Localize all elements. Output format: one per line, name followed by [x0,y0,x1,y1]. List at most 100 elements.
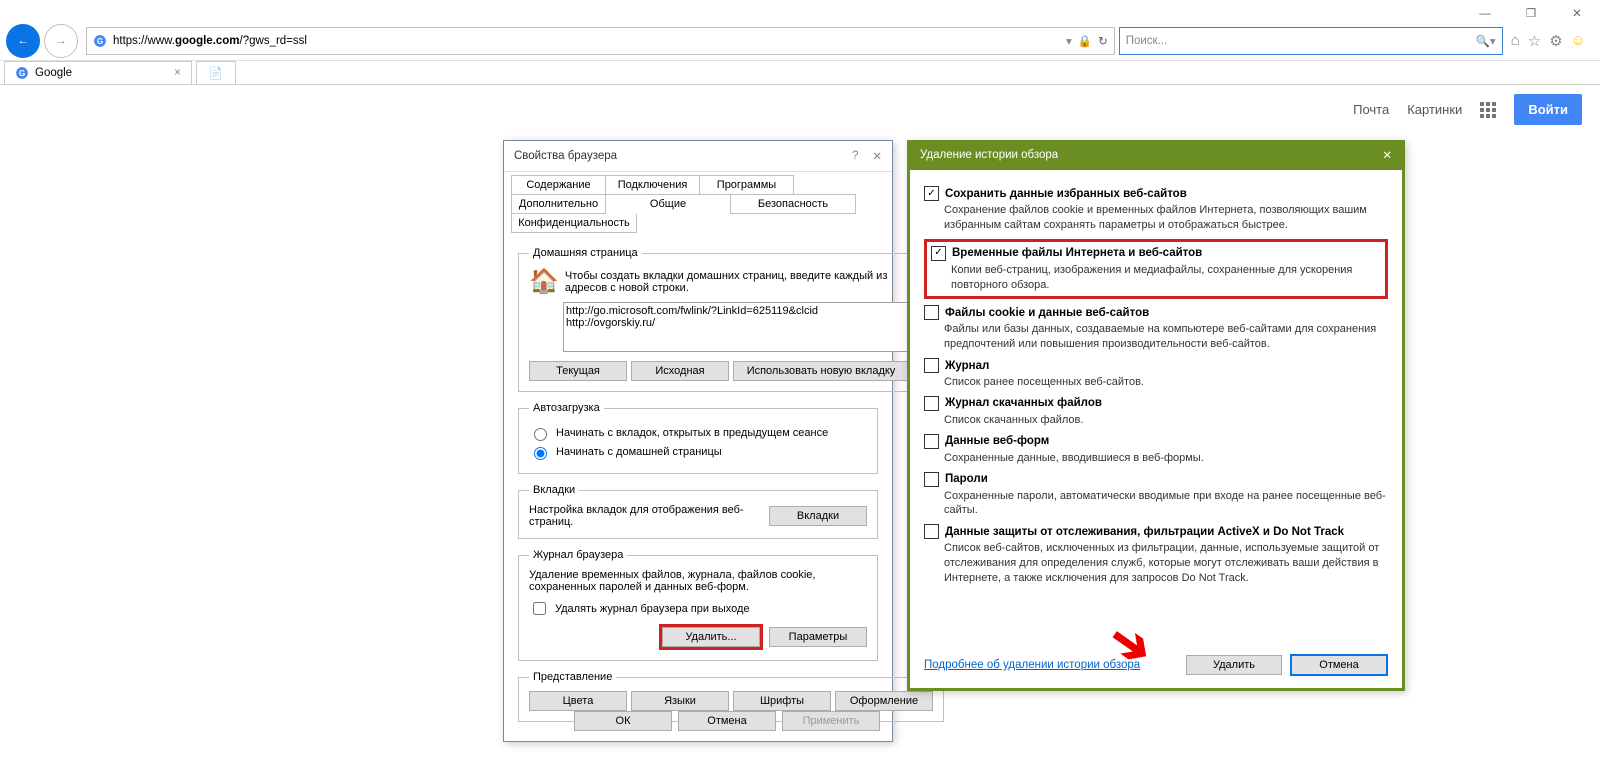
learn-more-link[interactable]: Подробнее об удалении истории обзора [924,659,1140,671]
gear-icon[interactable]: ⚙ [1549,32,1562,50]
tab-general[interactable]: Общие [605,194,731,214]
option-title: Данные веб-форм [945,435,1049,447]
ok-button[interactable]: ОК [574,711,672,731]
google-images-link[interactable]: Картинки [1407,102,1462,117]
home-icon: 🏠 [529,267,559,296]
startup-last-session-radio[interactable]: Начинать с вкладок, открытых в предыдуще… [529,425,867,441]
nav-forward-button[interactable]: → [44,24,78,58]
favorites-icon[interactable]: ☆ [1528,32,1541,50]
tab-connections[interactable]: Подключения [605,175,700,195]
delete-option-7: Данные защиты от отслеживания, фильтраци… [924,524,1388,586]
languages-button[interactable]: Языки [631,691,729,711]
homepage-legend: Домашняя страница [529,247,642,259]
homepage-hint: Чтобы создать вкладки домашних страниц, … [565,270,909,294]
delete-option-5: Данные веб-формСохраненные данные, вводи… [924,434,1388,466]
google-favicon-icon: G [15,66,29,80]
homepage-group: Домашняя страница 🏠 Чтобы создать вкладк… [518,247,920,392]
option-description: Файлы или базы данных, создаваемые на ко… [944,322,1388,352]
history-hint: Удаление временных файлов, журнала, файл… [529,569,867,593]
tabs-hint: Настройка вкладок для отображения веб-ст… [529,504,763,528]
url-prefix: https://www. [113,35,175,47]
search-icon[interactable]: 🔍▾ [1476,34,1496,48]
delete-option-6: Пароли Сохраненные пароли, автоматически … [924,472,1388,519]
delete-option-2: Файлы cookie и данные веб-сайтов Файлы ил… [924,305,1388,352]
history-group: Журнал браузера Удаление временных файло… [518,549,878,661]
delete-option-0: Сохранить данные избранных веб-сайтовСох… [924,186,1388,233]
google-signin-button[interactable]: Войти [1514,94,1582,125]
option-description: Сохраненные пароли, автоматически вводим… [944,489,1388,519]
option-title: Журнал скачанных файлов [945,397,1102,409]
delete-on-exit-checkbox[interactable]: Удалять журнал браузера при выходе [529,599,867,618]
delete-option-4: Журнал скачанных файлов Список скачанных … [924,396,1388,428]
option-description: Сохранение файлов cookie и временных фай… [944,203,1388,233]
browser-tab-google[interactable]: G Google × [4,61,192,84]
apply-button[interactable]: Применить [782,711,880,731]
option-checkbox[interactable] [924,186,939,201]
tabs-settings-button[interactable]: Вкладки [769,506,867,526]
delete-button[interactable]: Удалить [1186,655,1282,675]
use-current-button[interactable]: Текущая [529,361,627,381]
colors-button[interactable]: Цвета [529,691,627,711]
startup-homepage-radio[interactable]: Начинать с домашней страницы [529,444,867,460]
option-checkbox[interactable] [924,434,939,449]
google-favicon-icon: G [93,34,107,48]
tabs-legend: Вкладки [529,484,579,496]
tab-content[interactable]: Содержание [511,175,606,195]
delete-history-dialog: Удаление истории обзора ✕ Сохранить данн… [907,140,1405,691]
option-checkbox[interactable] [924,305,939,320]
history-settings-button[interactable]: Параметры [769,627,867,647]
delete-option-1: Временные файлы Интернета и веб-сайтов Ко… [924,239,1388,300]
option-title: Данные защиты от отслеживания, фильтраци… [945,526,1344,538]
option-checkbox[interactable] [924,472,939,487]
browser-search-input[interactable]: Поиск... 🔍▾ [1119,27,1503,55]
svg-text:G: G [19,69,25,78]
option-title: Временные файлы Интернета и веб-сайтов [952,247,1202,259]
option-description: Список скачанных файлов. [944,413,1388,428]
option-checkbox[interactable] [924,396,939,411]
option-checkbox[interactable] [924,524,939,539]
tab-privacy[interactable]: Конфиденциальность [511,213,637,233]
new-tab-button[interactable]: 📄 [196,61,236,84]
homepage-input[interactable] [563,302,915,352]
refresh-icon[interactable]: ↻ [1098,34,1108,48]
option-title: Пароли [945,473,988,485]
option-description: Копии веб-страниц, изображения и медиафа… [951,263,1381,293]
home-icon[interactable]: ⌂ [1511,32,1520,50]
dropdown-icon[interactable]: ▾ [1066,34,1072,48]
option-checkbox[interactable] [924,358,939,373]
use-default-button[interactable]: Исходная [631,361,729,381]
tabs-group: Вкладки Настройка вкладок для отображени… [518,484,878,539]
dialog-help-button[interactable]: ? [852,150,858,162]
accessibility-button[interactable]: Оформление [835,691,933,711]
google-mail-link[interactable]: Почта [1353,102,1389,117]
tab-title: Google [35,67,72,79]
address-bar[interactable]: G https://www.google.com/?gws_rd=ssl ▾ 🔒… [86,27,1115,55]
startup-group: Автозагрузка Начинать с вкладок, открыты… [518,402,878,474]
use-newtab-button[interactable]: Использовать новую вкладку [733,361,909,381]
tab-close-icon[interactable]: × [174,67,181,79]
dialog-title: Удаление истории обзора [920,149,1058,161]
tab-advanced[interactable]: Дополнительно [511,194,606,214]
url-host: google.com [175,35,240,47]
tab-programs[interactable]: Программы [699,175,794,195]
google-apps-icon[interactable] [1480,102,1496,118]
internet-options-dialog: Свойства браузера ? ✕ Содержание Подключ… [503,140,893,742]
appearance-legend: Представление [529,671,616,683]
option-description: Список веб-сайтов, исключенных из фильтр… [944,541,1388,586]
smiley-icon[interactable]: ☺ [1571,32,1586,50]
tab-security[interactable]: Безопасность [730,194,856,214]
option-description: Список ранее посещенных веб-сайтов. [944,375,1388,390]
svg-text:G: G [97,37,103,46]
search-placeholder: Поиск... [1126,35,1167,47]
url-suffix: /?gws_rd=ssl [240,35,307,47]
history-delete-button[interactable]: Удалить... [662,627,760,647]
option-title: Файлы cookie и данные веб-сайтов [945,307,1149,319]
fonts-button[interactable]: Шрифты [733,691,831,711]
dialog-close-button[interactable]: ✕ [872,149,882,163]
cancel-button[interactable]: Отмена [678,711,776,731]
startup-legend: Автозагрузка [529,402,604,414]
nav-back-button[interactable]: ← [6,24,40,58]
option-checkbox[interactable] [931,246,946,261]
cancel-button[interactable]: Отмена [1290,654,1388,676]
dialog-close-button[interactable]: ✕ [1382,148,1392,162]
